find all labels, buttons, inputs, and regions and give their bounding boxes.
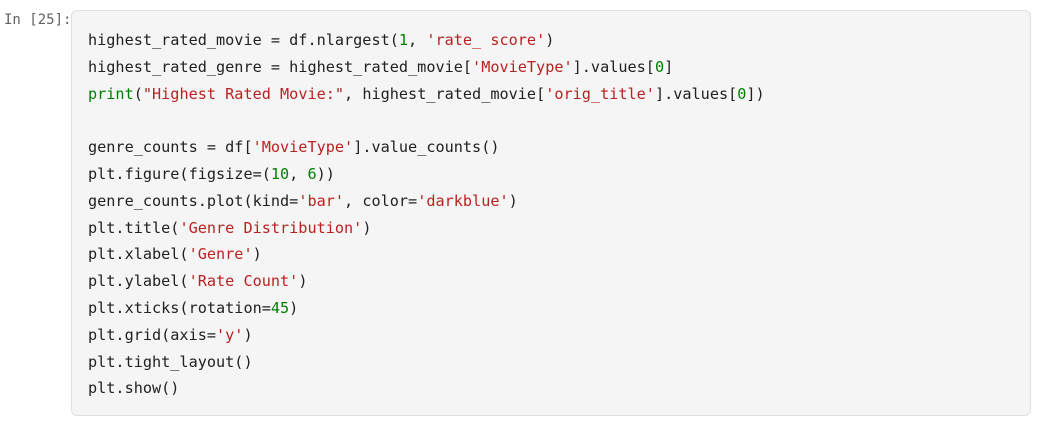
- code-token: plt.figure(figsize=(: [88, 164, 271, 183]
- code-token: ]): [746, 84, 765, 103]
- builtin-function: print: [88, 84, 134, 103]
- code-token: ): [252, 245, 262, 264]
- code-line: highest_rated_genre = highest_rated_movi…: [88, 54, 765, 81]
- code-token: , color=: [344, 191, 418, 210]
- code-line: plt.tight_layout(): [88, 349, 765, 376]
- code-line: plt.figure(figsize=(10, 6)): [88, 161, 765, 188]
- code-token: ): [545, 31, 555, 49]
- code-token: ].values[: [572, 57, 655, 76]
- number-literal: 0: [654, 57, 665, 76]
- code-token: , highest_rated_movie[: [344, 84, 546, 103]
- string-literal: 'MovieType': [472, 57, 573, 76]
- code-token: )): [316, 164, 335, 183]
- code-token: ].values[: [654, 84, 738, 103]
- code-editor[interactable]: highest_rated_movie = df.nlargest(1, 'ra…: [71, 10, 1031, 416]
- code-token: ): [243, 325, 253, 344]
- code-line: genre_counts.plot(kind='bar', color='dar…: [88, 188, 765, 215]
- string-literal: 'Rate Count': [188, 272, 299, 291]
- code-token: ): [289, 298, 299, 317]
- code-token: genre_counts.plot(kind=: [88, 191, 299, 210]
- string-literal: 'MovieType': [252, 138, 354, 157]
- code-token: (: [133, 84, 143, 103]
- code-token: ,: [408, 31, 427, 49]
- number-literal: 1: [398, 31, 409, 49]
- string-literal: 'Genre Distribution': [179, 218, 363, 237]
- code-token: ].value_counts(): [353, 138, 500, 157]
- number-literal: 45: [270, 298, 290, 317]
- string-literal: 'darkblue': [417, 191, 509, 210]
- code-token: ): [298, 272, 308, 291]
- code-token: plt.xlabel(: [88, 245, 189, 264]
- string-literal: 'rate_ score': [426, 31, 546, 49]
- code-token: plt.xticks(rotation=: [88, 298, 271, 317]
- code-line: plt.ylabel('Rate Count'): [88, 268, 765, 295]
- code-token: plt.title(: [88, 218, 180, 237]
- code-token: ): [362, 218, 372, 237]
- code-token: genre_counts = df[: [88, 138, 253, 157]
- code-token: highest_rated_genre = highest_rated_movi…: [88, 57, 473, 76]
- code-token: plt.tight_layout(): [88, 352, 253, 371]
- code-line: plt.grid(axis='y'): [88, 322, 765, 349]
- code-token: highest_rated_movie = df.nlargest(: [88, 31, 399, 49]
- number-literal: 6: [307, 164, 317, 183]
- code-line: highest_rated_movie = df.nlargest(1, 'ra…: [88, 27, 765, 54]
- code-block[interactable]: highest_rated_movie = df.nlargest(1, 'ra…: [88, 27, 765, 402]
- code-line: print("Highest Rated Movie:", highest_ra…: [88, 81, 765, 108]
- string-literal: "Highest Rated Movie:": [142, 84, 345, 103]
- code-line: plt.title('Genre Distribution'): [88, 215, 765, 242]
- number-literal: 10: [270, 164, 290, 183]
- code-token: ]: [664, 57, 674, 76]
- code-token: plt.show(): [88, 379, 180, 398]
- string-literal: 'orig_title': [545, 84, 655, 103]
- code-token: ): [508, 191, 518, 210]
- code-token: ,: [289, 164, 308, 183]
- code-token: plt.ylabel(: [88, 272, 189, 291]
- input-prompt: In [25]:: [4, 12, 72, 28]
- notebook-code-cell: In [25]: highest_rated_movie = df.nlarge…: [0, 0, 1039, 425]
- string-literal: 'bar': [298, 191, 345, 210]
- code-token: plt.grid(axis=: [88, 325, 217, 344]
- string-literal: 'y': [216, 325, 244, 344]
- code-line: genre_counts = df['MovieType'].value_cou…: [88, 134, 765, 161]
- code-line: plt.show(): [88, 375, 765, 402]
- string-literal: 'Genre': [188, 245, 253, 264]
- code-line: plt.xlabel('Genre'): [88, 241, 765, 268]
- code-line: plt.xticks(rotation=45): [88, 295, 765, 322]
